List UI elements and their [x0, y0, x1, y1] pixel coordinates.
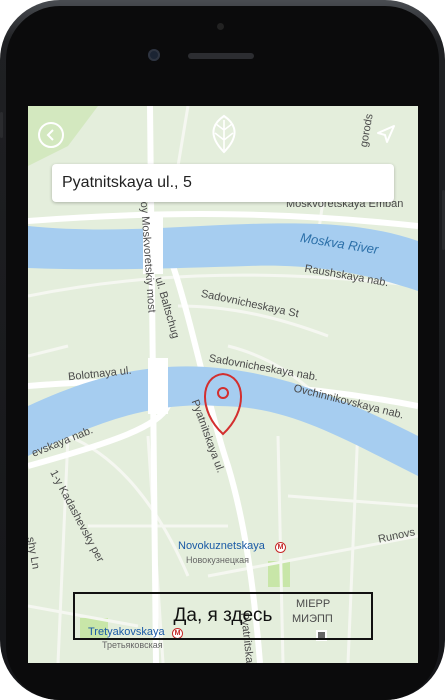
metro-station-label-ru: Новокузнецкая: [186, 555, 249, 565]
proximity-sensor: [217, 23, 224, 30]
locate-me-button[interactable]: [374, 122, 398, 146]
earpiece-speaker: [188, 53, 254, 59]
navigation-arrow-icon: [377, 125, 395, 143]
metro-station-label-ru: Третьяковская: [102, 640, 163, 650]
back-button[interactable]: [38, 122, 64, 148]
metro-station-label: Novokuznetskaya: [178, 540, 265, 552]
front-camera: [148, 49, 160, 61]
volume-button: [0, 112, 3, 138]
confirm-location-button[interactable]: Да, я здесь: [73, 592, 373, 640]
leaf-logo-icon: [212, 114, 236, 154]
metro-icon: M: [275, 542, 286, 553]
app-screen: Moskvoretskaya Emban Moskva River Raushs…: [28, 106, 418, 663]
bridge: [148, 358, 168, 414]
address-search-input[interactable]: Pyatnitskaya ul., 5: [52, 164, 394, 202]
chevron-left-icon: [46, 129, 54, 141]
